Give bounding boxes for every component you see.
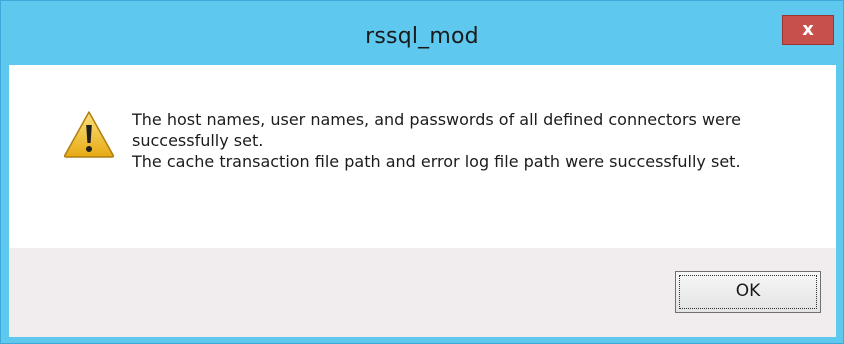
- message-dialog: rssql_mod x The host names, user names, …: [0, 0, 844, 344]
- message-line-connectors: The host names, user names, and password…: [132, 110, 741, 150]
- button-footer: OK: [9, 248, 836, 337]
- message-line-paths: The cache transaction file path and erro…: [132, 152, 741, 171]
- dialog-client-area: The host names, user names, and password…: [9, 65, 836, 337]
- message-text: The host names, user names, and password…: [132, 109, 812, 172]
- message-area: The host names, user names, and password…: [9, 65, 836, 248]
- window-title: rssql_mod: [365, 24, 479, 49]
- warning-icon: [63, 111, 115, 158]
- title-bar[interactable]: rssql_mod x: [1, 1, 843, 59]
- close-button[interactable]: x: [782, 15, 834, 45]
- ok-button[interactable]: OK: [675, 271, 821, 313]
